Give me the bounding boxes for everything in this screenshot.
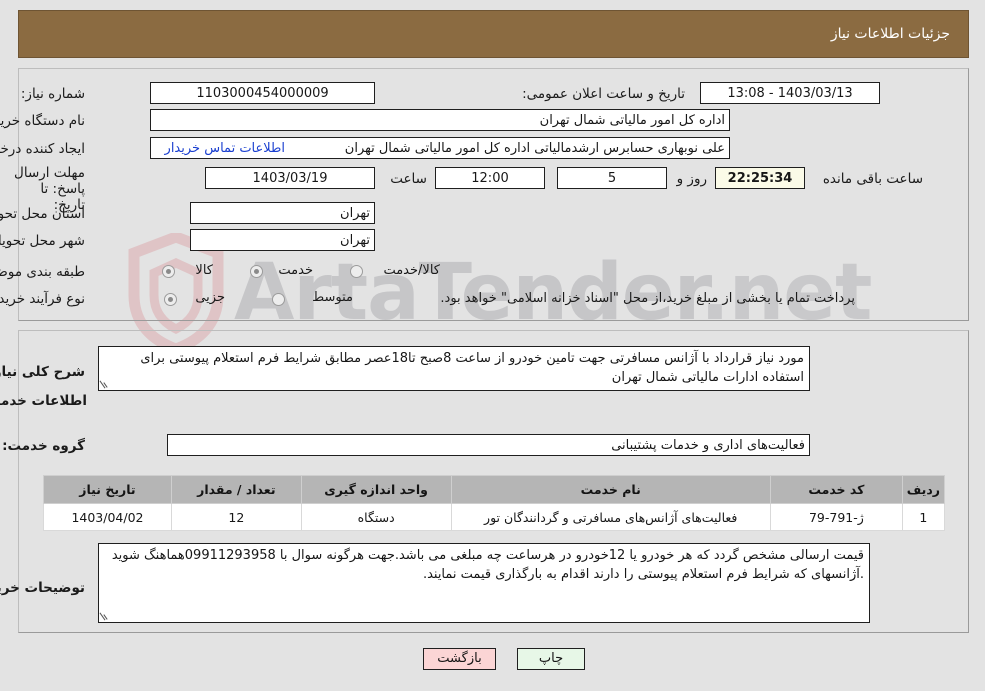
remaining-time-value: 22:25:34 <box>715 167 805 189</box>
radio-category-kala[interactable] <box>162 265 175 278</box>
announce-datetime-label: تاریخ و ساعت اعلان عمومی: <box>522 86 685 102</box>
radio-process-jozii[interactable] <box>164 293 177 306</box>
buyer-notes-label: توضیحات خریدار: <box>0 580 85 596</box>
table-header-row: ردیف کد خدمت نام خدمت واحد اندازه گیری ت… <box>43 475 946 504</box>
province-value: تهران <box>190 202 375 224</box>
cell-code: ژ-791-79 <box>769 503 903 531</box>
city-value: تهران <box>190 229 375 251</box>
page-root: ArtaTender.net جزئیات اطلاعات نیاز شماره… <box>0 0 985 691</box>
radio-process-jozii-label: جزیی <box>195 290 225 305</box>
col-radif: ردیف <box>901 475 946 504</box>
remaining-time-label: ساعت باقی مانده <box>822 171 923 187</box>
buyer-notes-textarea[interactable]: قیمت ارسالی مشخص گردد که هر خودرو یا 12خ… <box>98 543 870 623</box>
cell-name: فعالیت‌های آژانس‌های مسافرتی و گردانندگا… <box>450 503 771 531</box>
services-section-heading: اطلاعات خدمات مورد نیاز <box>0 393 87 409</box>
table-row: 1 ژ-791-79 فعالیت‌های آژانس‌های مسافرتی … <box>43 503 946 531</box>
service-group-value: فعالیت‌های اداری و خدمات پشتیبانی <box>167 434 810 456</box>
treasury-note: پرداخت تمام یا بخشی از مبلغ خرید،از محل … <box>440 291 855 306</box>
col-date: تاریخ نیاز <box>43 475 172 504</box>
remaining-days-value: 5 <box>557 167 667 189</box>
radio-category-khedmat-label: خدمت <box>278 263 313 278</box>
page-title-bar: جزئیات اطلاعات نیاز <box>18 10 969 58</box>
summary-value: مورد نیاز قرارداد با آژانس مسافرتی جهت ت… <box>140 351 804 385</box>
radio-category-khedmat[interactable] <box>250 265 263 278</box>
radio-process-motavasset-label: متوسط <box>312 290 353 305</box>
buyer-contact-link[interactable]: اطلاعات تماس خریدار <box>165 141 285 156</box>
deadline-hour-label: ساعت <box>390 171 427 187</box>
buyer-org-label: نام دستگاه خریدار: <box>0 113 85 129</box>
back-button[interactable]: بازگشت <box>423 648 496 670</box>
col-name: نام خدمت <box>450 475 771 504</box>
services-table: ردیف کد خدمت نام خدمت واحد اندازه گیری ت… <box>43 475 946 531</box>
radio-category-kala-khedmat-label: کالا/خدمت <box>383 263 440 278</box>
page-title: جزئیات اطلاعات نیاز <box>830 26 950 42</box>
cell-qty: 12 <box>170 503 302 531</box>
print-button[interactable]: چاپ <box>517 648 585 670</box>
deadline-date-value: 1403/03/19 <box>205 167 375 189</box>
service-group-label: گروه خدمت: <box>2 438 85 454</box>
col-unit: واحد اندازه گیری <box>300 475 452 504</box>
resize-grip-icon[interactable] <box>101 379 111 389</box>
need-number-label: شماره نیاز: <box>20 86 85 102</box>
cell-date: 1403/04/02 <box>43 503 172 531</box>
cell-unit: دستگاه <box>300 503 452 531</box>
resize-grip-icon-notes[interactable] <box>101 611 111 621</box>
radio-process-motavasset[interactable] <box>272 293 285 306</box>
buyer-notes-value: قیمت ارسالی مشخص گردد که هر خودرو یا 12خ… <box>111 548 864 582</box>
city-label: شهر محل تحویل: <box>0 233 85 249</box>
requester-label: ایجاد کننده درخواست: <box>0 141 85 157</box>
col-code: کد خدمت <box>769 475 903 504</box>
category-label: طبقه بندی موضوعی: <box>0 264 85 280</box>
announce-datetime-value: 1403/03/13 - 13:08 <box>700 82 880 104</box>
radio-category-kala-khedmat[interactable] <box>350 265 363 278</box>
province-label: استان محل تحویل: <box>0 206 85 222</box>
summary-label: شرح کلی نیاز: <box>0 364 85 380</box>
deadline-hour-value: 12:00 <box>435 167 545 189</box>
buyer-org-value: اداره کل امور مالیاتی شمال تهران <box>150 109 730 131</box>
summary-textarea[interactable]: مورد نیاز قرارداد با آژانس مسافرتی جهت ت… <box>98 346 810 391</box>
need-number-value: 1103000454000009 <box>150 82 375 104</box>
need-info-panel <box>18 68 969 321</box>
remaining-days-label: روز و <box>676 171 707 187</box>
process-label: نوع فرآیند خرید : <box>0 291 85 307</box>
radio-category-kala-label: کالا <box>195 263 213 278</box>
cell-radif: 1 <box>901 503 946 531</box>
col-qty: تعداد / مقدار <box>170 475 302 504</box>
